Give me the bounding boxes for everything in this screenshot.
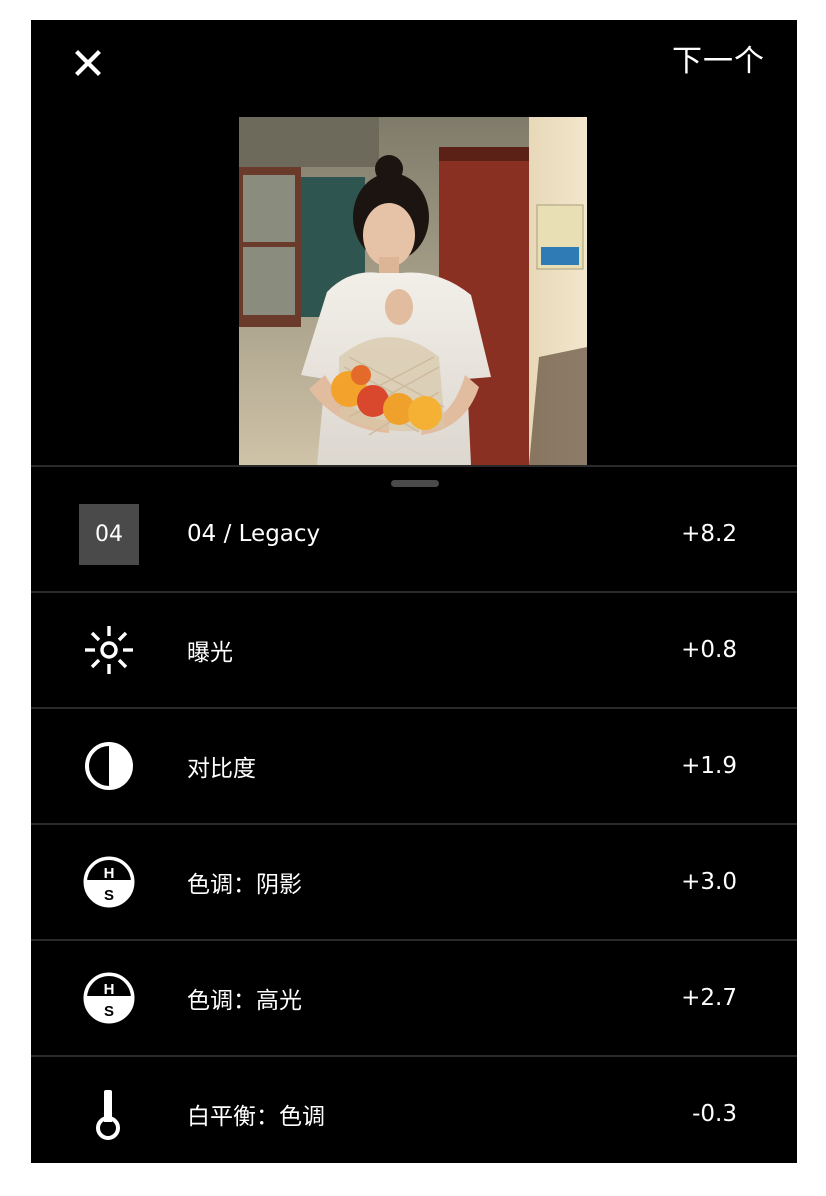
adjustment-label: 色调：高光 bbox=[187, 988, 302, 1014]
close-button[interactable] bbox=[71, 46, 105, 80]
adjustment-value: +2.7 bbox=[681, 985, 737, 1011]
adjustment-value: +8.2 bbox=[681, 521, 737, 547]
preset-code-badge: 04 bbox=[79, 503, 139, 565]
contrast-icon bbox=[79, 736, 139, 796]
adjustment-value: +3.0 bbox=[681, 869, 737, 895]
thermometer-icon bbox=[79, 1084, 139, 1144]
close-icon bbox=[75, 50, 101, 76]
adjustment-row-tone-highlights[interactable]: H S 色调：高光 +2.7 bbox=[31, 941, 797, 1057]
sun-icon bbox=[79, 620, 139, 680]
hs-icon-top-letter: H bbox=[104, 981, 115, 998]
hs-icon-top-letter: H bbox=[104, 865, 115, 882]
adjustment-label: 白平衡：色调 bbox=[187, 1104, 325, 1130]
adjustment-row-preset[interactable]: 04 04 / Legacy +8.2 bbox=[31, 477, 797, 593]
hs-tone-icon: H S bbox=[79, 968, 139, 1028]
hs-tone-icon: H S bbox=[79, 852, 139, 912]
preset-icon: 04 bbox=[79, 503, 139, 565]
adjustment-label: 色调：阴影 bbox=[187, 872, 302, 898]
sheet-divider bbox=[31, 465, 797, 467]
adjustment-row-exposure[interactable]: 曝光 +0.8 bbox=[31, 593, 797, 709]
adjustment-row-tone-shadows[interactable]: H S 色调：阴影 +3.0 bbox=[31, 825, 797, 941]
photo-preview bbox=[239, 117, 587, 465]
adjustment-value: +1.9 bbox=[681, 753, 737, 779]
adjustment-label: 曝光 bbox=[187, 640, 233, 666]
adjustment-value: -0.3 bbox=[692, 1101, 737, 1127]
adjustment-label: 对比度 bbox=[187, 756, 256, 782]
adjustment-list: 04 04 / Legacy +8.2 曝光 +0.8 对比度 +1.9 H S… bbox=[31, 477, 797, 1163]
next-button[interactable]: 下一个 bbox=[672, 40, 765, 84]
adjustment-row-contrast[interactable]: 对比度 +1.9 bbox=[31, 709, 797, 825]
adjustment-value: +0.8 bbox=[681, 637, 737, 663]
editor-screen: 下一个 04 04 / Legacy +8.2 曝光 +0.8 对比度 +1.9… bbox=[31, 20, 797, 1163]
adjustment-label: 04 / Legacy bbox=[187, 521, 321, 547]
hs-icon-bottom-letter: S bbox=[104, 887, 114, 904]
hs-icon-bottom-letter: S bbox=[104, 1003, 114, 1020]
adjustment-row-white-balance-tint[interactable]: 白平衡：色调 -0.3 bbox=[31, 1057, 797, 1163]
